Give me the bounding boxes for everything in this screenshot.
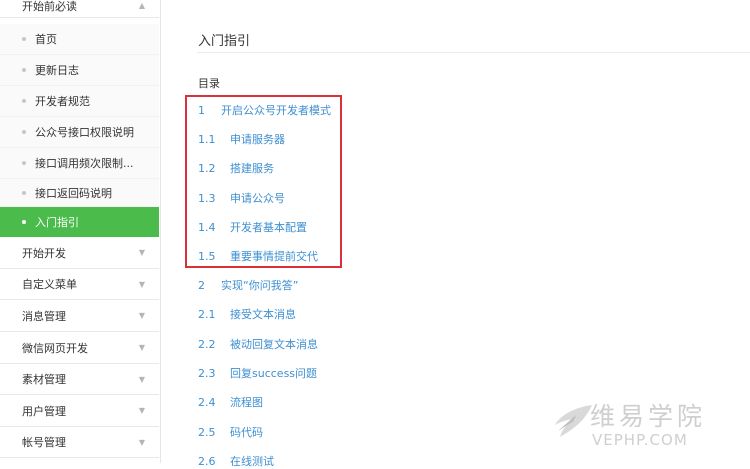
toc-link[interactable]: 2.2 被动回复文本消息 [198, 336, 318, 352]
sidebar-item-dev-spec[interactable]: 开发者规范 [0, 86, 159, 117]
chevron-down-icon: ▼ [138, 343, 145, 352]
sidebar-item-return-codes[interactable]: 接口返回码说明 [0, 179, 159, 207]
watermark-text-cn: 维易学院 [590, 402, 707, 431]
toc-number: 2.6 [198, 454, 216, 468]
toc-number: 2.4 [198, 395, 216, 409]
sidebar-item-rate-limit[interactable]: 接口调用频次限制... [0, 148, 159, 179]
toc-label: 被动回复文本消息 [230, 338, 318, 351]
toc-link[interactable]: 2.1 接受文本消息 [198, 306, 296, 322]
chevron-down-icon: ▼ [138, 374, 145, 384]
toc-link[interactable]: 2.6 在线测试 [198, 453, 274, 469]
toc-label: 码代码 [230, 426, 263, 439]
toc-label: 实现“你问我答” [221, 279, 299, 292]
sidebar-group-custom-menu[interactable]: 自定义菜单 ▼ [0, 269, 159, 300]
toc-link[interactable]: 2.3 回复success问题 [198, 365, 317, 381]
toc-label: 流程图 [230, 396, 263, 409]
highlight-annotation-box [185, 95, 342, 268]
sidebar-group-web-dev[interactable]: 微信网页开发 ▼ [0, 332, 159, 364]
sidebar-group-label: 帐号管理 [22, 436, 66, 449]
sidebar-item-label: 接口返回码说明 [35, 186, 112, 200]
toc-link[interactable]: 2 实现“你问我答” [198, 277, 298, 293]
sidebar-group-label: 开始开发 [22, 246, 66, 260]
toc-number: 2 [198, 278, 205, 292]
toc-heading: 目录 [198, 77, 220, 90]
toc-number: 2.3 [198, 366, 216, 380]
sidebar-item-label: 首页 [35, 33, 57, 46]
bullet-icon [22, 68, 26, 72]
sidebar-item-label: 接口调用频次限制... [35, 157, 134, 170]
toc-link[interactable]: 2.4 流程图 [198, 394, 263, 410]
bullet-icon [22, 130, 26, 134]
sidebar-item-getting-started-guide[interactable]: 入门指引 [0, 207, 159, 237]
page-title: 入门指引 [198, 34, 251, 49]
bullet-icon [22, 161, 26, 165]
toc-label: 接受文本消息 [230, 308, 296, 321]
sidebar-group-account-mgmt[interactable]: 帐号管理 ▼ [0, 427, 159, 458]
sidebar-group-getting-started[interactable]: 开始前必读 ▲ [0, 0, 159, 18]
bullet-icon [22, 190, 26, 195]
sidebar: 开始前必读 ▲ 首页 更新日志 开发者规范 公众号接口权限说明 接口调用频次限制… [0, 0, 161, 463]
chevron-down-icon: ▼ [138, 279, 145, 289]
bullet-icon [22, 99, 26, 103]
toc-label: 回复success问题 [230, 367, 318, 380]
sidebar-group-user-mgmt[interactable]: 用户管理 ▼ [0, 395, 159, 427]
sidebar-item-home[interactable]: 首页 [0, 24, 159, 55]
sidebar-group-label: 自定义菜单 [22, 278, 77, 291]
title-divider [197, 52, 750, 53]
watermark-text-en: VEPHP.COM [592, 431, 688, 449]
sidebar-item-api-permission[interactable]: 公众号接口权限说明 [0, 117, 159, 148]
bullet-icon [22, 37, 26, 41]
watermark-logo: 维易学院 VEPHP.COM [552, 397, 742, 455]
bullet-icon [22, 219, 26, 224]
sidebar-group-label: 用户管理 [22, 404, 66, 418]
sidebar-item-label: 入门指引 [35, 215, 79, 229]
sidebar-item-label: 开发者规范 [35, 95, 90, 108]
sidebar-group-label: 素材管理 [22, 373, 66, 386]
chevron-up-icon: ▲ [138, 1, 145, 10]
sidebar-item-label: 公众号接口权限说明 [35, 126, 134, 139]
toc-number: 2.1 [198, 307, 216, 321]
leaf-logo-icon [555, 405, 592, 437]
sidebar-group-label: 开始前必读 [22, 0, 77, 13]
sidebar-item-label: 更新日志 [35, 64, 79, 77]
sidebar-group-message-mgmt[interactable]: 消息管理 ▼ [0, 300, 159, 332]
toc-label: 在线测试 [230, 455, 274, 468]
sidebar-group-label: 微信网页开发 [22, 341, 88, 355]
sidebar-group-material-mgmt[interactable]: 素材管理 ▼ [0, 364, 159, 395]
chevron-down-icon: ▼ [138, 311, 145, 320]
toc-number: 2.5 [198, 425, 216, 439]
sidebar-group-start-dev[interactable]: 开始开发 ▼ [0, 237, 159, 269]
sidebar-group-label: 消息管理 [22, 309, 66, 323]
toc-link[interactable]: 2.5 码代码 [198, 424, 263, 440]
sidebar-item-changelog[interactable]: 更新日志 [0, 55, 159, 86]
main-content: 入门指引 目录 1 开启公众号开发者模式 1.1 申请服务器 1.2 搭建服务 … [161, 0, 750, 468]
chevron-down-icon: ▼ [138, 406, 145, 415]
chevron-down-icon: ▼ [138, 248, 145, 257]
chevron-down-icon: ▼ [138, 437, 145, 447]
toc-number: 2.2 [198, 337, 216, 351]
